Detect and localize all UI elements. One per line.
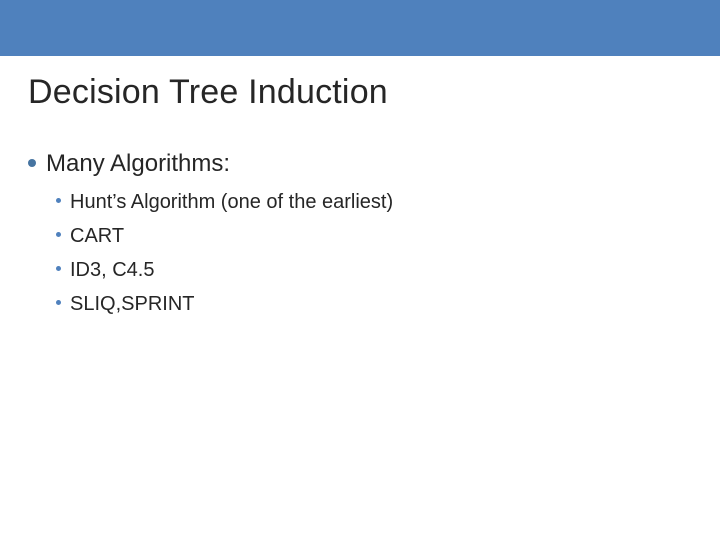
accent-bar bbox=[0, 0, 720, 56]
bullet-dot-icon bbox=[56, 232, 61, 237]
bullet-dot-icon bbox=[56, 266, 61, 271]
bullet-level2: CART bbox=[56, 222, 692, 250]
bullet-level1: Many Algorithms: bbox=[28, 148, 692, 180]
bullet-dot-icon bbox=[56, 198, 61, 203]
sub-bullet-list: Hunt’s Algorithm (one of the earliest) C… bbox=[56, 188, 692, 318]
bullet-level2: Hunt’s Algorithm (one of the earliest) bbox=[56, 188, 692, 216]
slide-content: Many Algorithms: Hunt’s Algorithm (one o… bbox=[28, 142, 692, 324]
bullet-text: Hunt’s Algorithm (one of the earliest) bbox=[70, 188, 393, 216]
bullet-text: ID3, C4.5 bbox=[70, 256, 154, 284]
slide: Decision Tree Induction Many Algorithms:… bbox=[0, 0, 720, 540]
bullet-level2: SLIQ,SPRINT bbox=[56, 290, 692, 318]
bullet-text: Many Algorithms: bbox=[46, 148, 230, 180]
bullet-dot-icon bbox=[28, 159, 36, 167]
bullet-text: CART bbox=[70, 222, 124, 250]
slide-title: Decision Tree Induction bbox=[28, 72, 388, 113]
bullet-level2: ID3, C4.5 bbox=[56, 256, 692, 284]
bullet-text: SLIQ,SPRINT bbox=[70, 290, 194, 318]
bullet-dot-icon bbox=[56, 300, 61, 305]
